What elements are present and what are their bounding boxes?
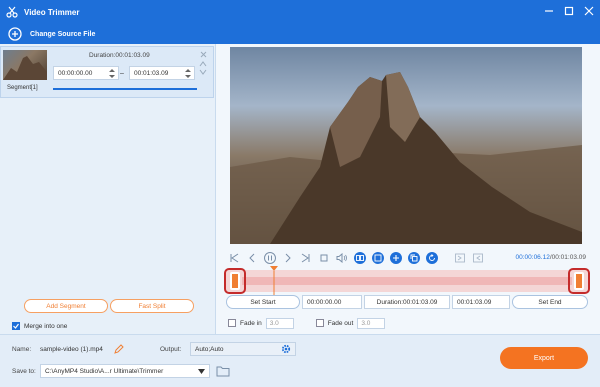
dropdown-arrow-icon[interactable] (198, 369, 205, 376)
save-to-label: Save to: (12, 368, 36, 375)
duration-value: Duration:00:01:03.09 (376, 298, 438, 306)
previous-frame-icon[interactable] (246, 252, 258, 264)
start-time-value: 00:00:00.00 (307, 298, 342, 306)
remove-segment-icon[interactable] (200, 51, 207, 58)
fast-split-button[interactable]: Fast Split (110, 299, 194, 313)
fade-in-input[interactable]: 3.0 (265, 317, 294, 329)
move-up-icon[interactable] (199, 61, 207, 67)
range-dash: – (120, 70, 124, 77)
set-end-button[interactable]: Set End (512, 295, 588, 309)
segment-end-field[interactable]: 00:01:03.09 (129, 66, 195, 80)
maximize-icon[interactable] (562, 4, 576, 18)
skip-end-icon[interactable] (300, 252, 312, 264)
edit-pencil-icon[interactable] (114, 344, 124, 356)
fade-in-label: Fade in (240, 319, 262, 327)
end-trim-handle[interactable] (574, 272, 584, 290)
segment-label: Segment[1] (7, 85, 38, 91)
minimize-icon[interactable] (542, 4, 556, 18)
save-path-value: C:\AnyMP4 Studio\A...r Ultimate\Trimmer (45, 367, 164, 375)
fade-out-input[interactable]: 3.0 (357, 317, 386, 329)
output-label: Output: (160, 346, 182, 353)
name-label: Name: (12, 346, 32, 353)
jump-to-start-icon[interactable] (454, 252, 466, 264)
end-time-value: 00:01:03.09 (457, 298, 492, 306)
output-value: Auto;Auto (195, 345, 224, 353)
start-time-field[interactable]: 00:00:00.00 (302, 295, 362, 309)
video-trimmer-window: Video Trimmer Change Source File Segment… (0, 0, 600, 387)
video-preview[interactable] (230, 47, 582, 244)
duration-field: Duration:00:01:03.09 (364, 295, 450, 309)
merge-label: Merge into one (24, 322, 68, 330)
pause-icon[interactable] (264, 252, 276, 264)
segment-item[interactable]: Segment[1] Duration:00:01:03.09 00:00:00… (0, 46, 214, 98)
add-segment-button[interactable]: Add Segment (24, 299, 108, 313)
start-trim-handle[interactable] (230, 272, 240, 290)
reset-icon[interactable] (426, 252, 438, 264)
plus-circle-icon[interactable] (8, 27, 22, 41)
copy-icon[interactable] (408, 252, 420, 264)
window-title: Video Trimmer (24, 7, 80, 17)
spinner-icon[interactable] (185, 69, 191, 78)
set-range-row: Set Start 00:00:00.00 Duration:00:01:03.… (226, 294, 590, 310)
merge-checkbox[interactable] (12, 322, 20, 330)
jump-to-end-icon[interactable] (472, 252, 484, 264)
player-panel: 00:00:06.12/00:01:03.09 Set Start 00:00:… (216, 44, 600, 334)
add-icon[interactable] (390, 252, 402, 264)
playhead[interactable] (270, 266, 278, 296)
close-icon[interactable] (582, 4, 596, 18)
scissors-icon (6, 6, 18, 18)
set-start-button[interactable]: Set Start (226, 295, 300, 309)
segment-duration: Duration:00:01:03.09 (89, 52, 150, 59)
timeline-strip (242, 277, 572, 285)
title-bar: Video Trimmer (0, 0, 600, 24)
time-readout: 00:00:06.12/00:01:03.09 (516, 254, 587, 261)
skip-start-icon[interactable] (228, 252, 240, 264)
segment-start-value: 00:00:00.00 (58, 69, 93, 77)
next-frame-icon[interactable] (282, 252, 294, 264)
merge-into-one-option[interactable]: Merge into one (12, 322, 67, 330)
fade-in-checkbox[interactable] (228, 319, 236, 327)
split-icon[interactable] (354, 252, 366, 264)
window-controls (542, 4, 596, 18)
segment-end-value: 00:01:03.09 (134, 69, 169, 77)
segment-progress-bar (53, 88, 197, 90)
volume-icon[interactable] (336, 252, 348, 264)
stop-icon[interactable] (318, 252, 330, 264)
file-name: sample-video (1).mp4 (40, 346, 103, 353)
gear-icon[interactable] (281, 344, 291, 356)
segment-start-field[interactable]: 00:00:00.00 (53, 66, 119, 80)
segment-view-icon[interactable] (372, 252, 384, 264)
total-time: /00:01:03.09 (549, 254, 586, 261)
segment-thumbnail (3, 50, 47, 80)
save-path-field[interactable]: C:\AnyMP4 Studio\A...r Ultimate\Trimmer (40, 364, 210, 378)
spinner-icon[interactable] (109, 69, 115, 78)
change-source-file-button[interactable]: Change Source File (30, 31, 95, 38)
trim-timeline[interactable] (224, 266, 590, 296)
change-source-bar[interactable]: Change Source File (0, 24, 600, 44)
fade-options: Fade in 3.0 Fade out 3.0 (228, 316, 386, 330)
fade-out-label: Fade out (327, 319, 354, 327)
bottom-bar: Name: sample-video (1).mp4 Output: Auto;… (0, 334, 600, 387)
move-down-icon[interactable] (199, 69, 207, 75)
export-button[interactable]: Export (500, 347, 588, 369)
end-time-field[interactable]: 00:01:03.09 (452, 295, 510, 309)
folder-icon[interactable] (216, 365, 230, 379)
segment-panel: Segment[1] Duration:00:01:03.09 00:00:00… (0, 44, 216, 334)
fade-out-checkbox[interactable] (315, 319, 324, 327)
current-time: 00:00:06.12 (515, 254, 550, 261)
